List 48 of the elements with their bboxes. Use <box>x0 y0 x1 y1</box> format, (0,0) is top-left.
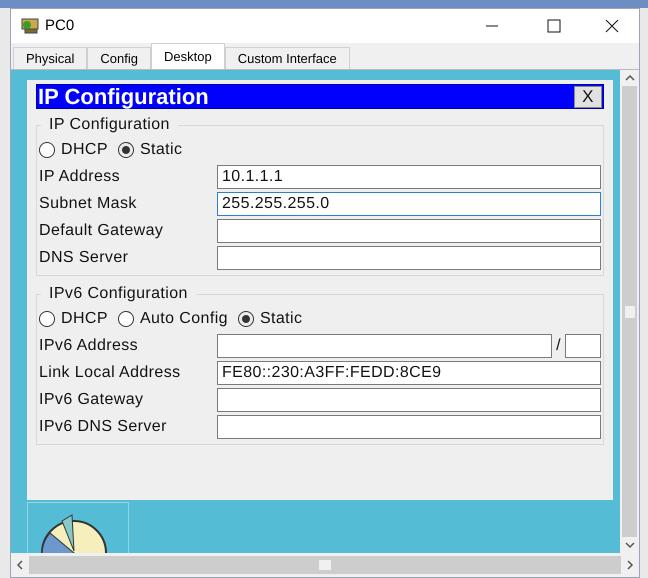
field-label: Default Gateway <box>39 220 164 240</box>
vertical-scrollbar[interactable] <box>620 70 639 553</box>
horizontal-scrollbar[interactable] <box>11 553 639 577</box>
prefix-separator: / <box>556 336 561 356</box>
window-title: PC0 <box>45 16 74 36</box>
radio-label[interactable]: Static <box>260 307 302 331</box>
radio-label[interactable]: Auto Config <box>140 307 228 331</box>
radio-button[interactable] <box>118 142 134 158</box>
text-field[interactable] <box>217 218 601 242</box>
field-label: IPv6 Gateway <box>39 390 144 410</box>
scroll-thumb[interactable] <box>624 306 634 318</box>
text-field[interactable]: 10.1.1.1 <box>217 164 601 188</box>
close-button[interactable]: X <box>574 86 602 108</box>
field-label: Link Local Address <box>39 362 182 382</box>
computer-icon <box>19 17 41 35</box>
field-label: IPv6 Address <box>39 336 140 356</box>
scroll-down-icon[interactable] <box>624 541 634 549</box>
text-field[interactable]: 255.255.255.0 <box>217 192 601 216</box>
field-label: IPv6 DNS Server <box>39 416 168 436</box>
scroll-right-icon[interactable] <box>626 560 634 570</box>
text-field[interactable] <box>217 334 552 358</box>
group-legend: IPv6 Configuration <box>41 282 196 306</box>
radio-button[interactable] <box>39 142 55 158</box>
scroll-thumb[interactable] <box>319 560 331 570</box>
tab[interactable]: Physical <box>13 47 88 69</box>
radio-button[interactable] <box>238 311 254 327</box>
close-icon[interactable] <box>605 19 619 33</box>
radio-label[interactable]: DHCP <box>61 307 108 331</box>
text-field[interactable]: FE80::230:A3FF:FEDD:8CE9 <box>217 360 601 384</box>
radio-label[interactable]: Static <box>140 138 182 162</box>
group-legend: IP Configuration <box>41 113 178 137</box>
tab[interactable]: Custom Interface <box>224 47 350 69</box>
radio-label[interactable]: DHCP <box>61 138 108 162</box>
scroll-left-icon[interactable] <box>16 560 24 570</box>
field-label: DNS Server <box>39 248 130 268</box>
maximize-icon[interactable] <box>547 19 561 33</box>
dialog-title: IP Configuration <box>37 86 209 108</box>
scroll-up-icon[interactable] <box>624 74 634 82</box>
tab[interactable]: Desktop <box>151 43 225 69</box>
field-label: IP Address <box>39 166 122 186</box>
field-label: Subnet Mask <box>39 194 138 214</box>
text-field[interactable] <box>217 246 601 270</box>
text-field[interactable] <box>217 414 601 438</box>
tab[interactable]: Config <box>87 47 151 69</box>
radio-button[interactable] <box>118 311 134 327</box>
text-field[interactable] <box>217 388 601 412</box>
radio-button[interactable] <box>39 311 55 327</box>
prefix-field[interactable] <box>565 334 601 358</box>
